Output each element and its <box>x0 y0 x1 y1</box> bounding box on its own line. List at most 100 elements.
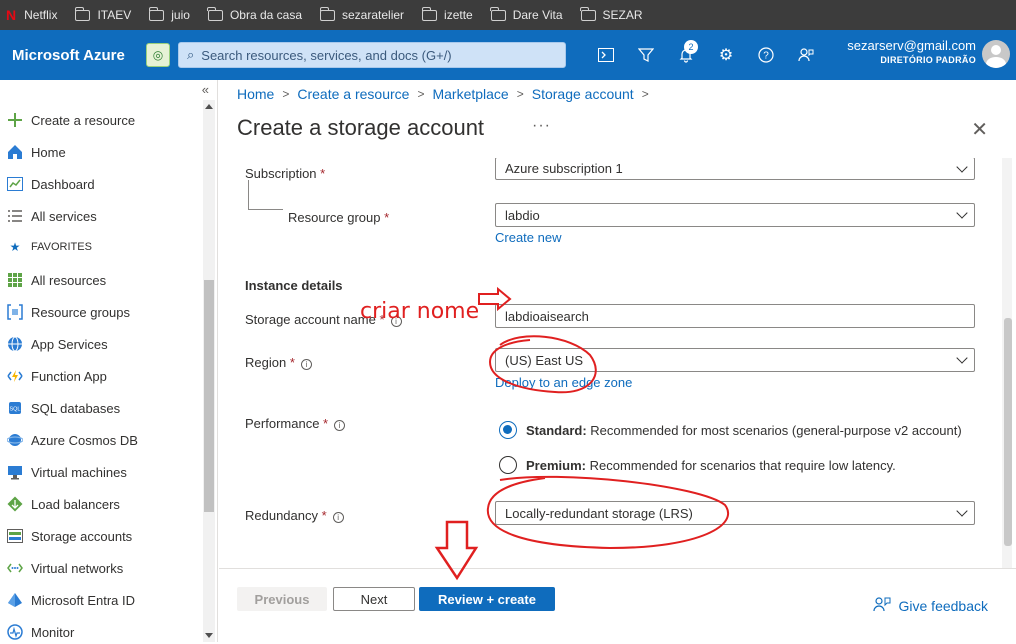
sidebar-item-virtual-networks[interactable]: Virtual networks <box>0 556 123 580</box>
info-icon[interactable]: i <box>334 420 346 431</box>
sidebar-item-create-resource[interactable]: Create a resource <box>0 108 135 132</box>
info-icon[interactable]: i <box>300 359 312 370</box>
performance-standard-radio[interactable]: Standard: Recommended for most scenarios… <box>499 421 962 439</box>
cloud-shell-icon[interactable] <box>591 40 621 70</box>
sidebar-item-label: Home <box>31 144 66 160</box>
folder-icon <box>490 6 506 21</box>
sidebar-scroll-thumb[interactable] <box>204 280 214 512</box>
scroll-down-icon[interactable] <box>205 633 213 638</box>
sidebar-scrollbar[interactable] <box>203 100 215 642</box>
globe-icon <box>6 335 24 353</box>
resource-group-label: Resource group * <box>288 210 390 225</box>
bookmark-dare-vita[interactable]: Dare Vita <box>490 6 563 22</box>
breadcrumb-create-resource[interactable]: Create a resource <box>297 86 409 102</box>
folder-icon <box>319 6 335 21</box>
resource-group-select[interactable]: labdio <box>495 203 975 227</box>
give-feedback-link[interactable]: Give feedback <box>872 596 988 616</box>
radio-unselected[interactable] <box>499 456 517 474</box>
bookmark-sezaratelier[interactable]: sezaratelier <box>319 6 404 22</box>
sidebar-item-label: All resources <box>31 272 107 288</box>
sidebar-item-label: Create a resource <box>31 112 136 128</box>
account-info[interactable]: sezarserv@gmail.com DIRETÓRIO PADRÃO <box>847 38 976 65</box>
annotation-note: criar nome <box>360 299 480 324</box>
search-input[interactable]: ⌕ Search resources, services, and docs (… <box>178 42 566 68</box>
review-create-button[interactable]: Review + create <box>419 587 555 611</box>
tree-connector <box>248 180 283 210</box>
bookmark-sezar[interactable]: SEZAR <box>580 6 643 22</box>
breadcrumb-home[interactable]: Home <box>237 86 274 102</box>
deploy-edge-zone-link[interactable]: Deploy to an edge zone <box>495 375 632 390</box>
info-icon[interactable]: i <box>332 512 344 523</box>
create-new-link[interactable]: Create new <box>495 230 561 245</box>
sidebar-item-dashboard[interactable]: Dashboard <box>0 172 95 196</box>
region-value: (US) East US <box>505 352 584 368</box>
bookmark-juio[interactable]: juio <box>148 6 190 22</box>
region-select[interactable]: (US) East US <box>495 348 975 372</box>
collapse-sidebar-icon[interactable]: « <box>202 82 209 97</box>
bookmark-label: Dare Vita <box>512 8 563 22</box>
notification-badge: 2 <box>684 40 698 54</box>
sidebar-item-load-balancers[interactable]: Load balancers <box>0 492 120 516</box>
folder-icon <box>148 6 165 21</box>
chevron-right-icon: > <box>516 87 524 101</box>
portal-sidebar: « Create a resource Home Dashboard All s… <box>0 80 218 642</box>
form-scrollbar[interactable] <box>1002 158 1012 568</box>
sidebar-item-home[interactable]: Home <box>0 140 66 164</box>
sidebar-item-cosmos-db[interactable]: Azure Cosmos DB <box>0 428 138 452</box>
radio-selected[interactable] <box>499 421 517 439</box>
sidebar-item-resource-groups[interactable]: Resource groups <box>0 300 130 324</box>
region-label: Region * i <box>245 355 312 370</box>
notifications-icon[interactable]: 2 <box>671 40 701 70</box>
sidebar-item-all-resources[interactable]: All resources <box>0 268 106 292</box>
sidebar-item-virtual-machines[interactable]: Virtual machines <box>0 460 127 484</box>
chevron-down-icon <box>956 161 968 173</box>
cosmos-icon <box>6 431 24 449</box>
standard-title: Standard: <box>526 422 587 438</box>
subscription-select[interactable]: Azure subscription 1 <box>495 158 975 180</box>
sidebar-item-all-services[interactable]: All services <box>0 204 97 228</box>
sidebar-item-storage-accounts[interactable]: Storage accounts <box>0 524 132 548</box>
performance-premium-radio[interactable]: Premium: Recommended for scenarios that … <box>499 456 896 474</box>
sidebar-item-label: Virtual machines <box>31 464 127 480</box>
form-scroll-thumb[interactable] <box>1004 318 1012 546</box>
more-options-icon[interactable]: ··· <box>532 117 551 135</box>
bookmark-netflix[interactable]: N Netflix <box>6 7 57 23</box>
scroll-up-icon[interactable] <box>205 104 213 109</box>
list-icon <box>6 207 24 225</box>
close-icon[interactable]: ✕ <box>971 117 988 142</box>
sidebar-item-sql-databases[interactable]: SQL SQL databases <box>0 396 120 420</box>
sidebar-item-label: Azure Cosmos DB <box>31 432 138 448</box>
bookmark-obra-da-casa[interactable]: Obra da casa <box>207 6 302 22</box>
help-icon[interactable]: ? <box>751 40 781 70</box>
sidebar-item-entra-id[interactable]: Microsoft Entra ID <box>0 588 135 612</box>
avatar[interactable] <box>982 40 1010 68</box>
sql-icon: SQL <box>6 399 24 417</box>
storage-form: Subscription * Azure subscription 1 Reso… <box>219 158 1016 568</box>
previous-button[interactable]: Previous <box>237 587 327 611</box>
sidebar-item-monitor[interactable]: Monitor <box>0 620 74 644</box>
sidebar-item-label: FAVORITES <box>31 241 92 253</box>
redundancy-select[interactable]: Locally-redundant storage (LRS) <box>495 501 975 525</box>
network-icon <box>6 559 24 577</box>
settings-gear-icon[interactable]: ⚙ <box>711 40 741 70</box>
premium-title: Premium: <box>526 457 586 473</box>
portal-brand[interactable]: Microsoft Azure <box>0 47 146 64</box>
feedback-icon[interactable] <box>791 40 821 70</box>
storage-name-input[interactable]: labdioaisearch <box>495 304 975 328</box>
breadcrumb-storage-account[interactable]: Storage account <box>532 86 634 102</box>
bookmark-label: Obra da casa <box>229 8 302 22</box>
plus-icon <box>6 111 24 129</box>
bookmark-itaev[interactable]: ITAEV <box>74 6 131 22</box>
directory-filter-icon[interactable] <box>631 40 661 70</box>
next-button[interactable]: Next <box>333 587 415 611</box>
sidebar-item-app-services[interactable]: App Services <box>0 332 108 356</box>
chevron-right-icon: > <box>417 87 425 101</box>
sidebar-item-function-app[interactable]: Function App <box>0 364 107 388</box>
copilot-icon[interactable]: ◎ <box>146 43 170 67</box>
breadcrumb-marketplace[interactable]: Marketplace <box>432 86 508 102</box>
top-bar-actions: 2 ⚙ ? <box>591 40 831 70</box>
chevron-down-icon <box>956 207 968 219</box>
bookmark-izette[interactable]: izette <box>421 6 473 22</box>
account-directory: DIRETÓRIO PADRÃO <box>880 55 976 65</box>
bookmark-label: juio <box>171 8 190 22</box>
